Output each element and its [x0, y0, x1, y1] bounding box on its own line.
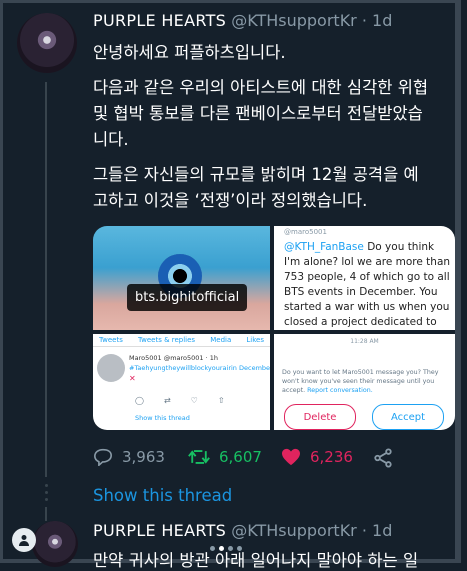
share-button[interactable]	[373, 448, 402, 468]
retweet-icon	[188, 450, 210, 464]
avatar[interactable]	[17, 13, 77, 73]
reply-count: 3,963	[122, 448, 165, 466]
media-grid: bts.bighitofficial @maro5001 @KTH_FanBas…	[93, 226, 455, 430]
image-tweet-actions: ◯⇄♡⇧	[135, 396, 245, 405]
separator-dot: ·	[361, 521, 367, 540]
heart-icon	[282, 448, 300, 466]
tweet-paragraph: 그들은 자신들의 규모를 밝히며 12월 공격을 예고하고 이것을 ‘전쟁’이라…	[93, 165, 419, 210]
page-dot[interactable]	[228, 546, 233, 551]
image-mention: @KTH_FanBase	[284, 241, 364, 253]
reply-button[interactable]: 3,963	[93, 448, 165, 466]
user-handle[interactable]: @KTHsupportKr	[231, 11, 357, 30]
page-dot[interactable]	[210, 546, 215, 551]
person-icon	[19, 535, 29, 546]
page-dot-active[interactable]	[219, 546, 224, 551]
like-count: 6,236	[310, 448, 353, 466]
image-message-text: @KTH_FanBase Do you think I'm alone? lol…	[284, 240, 452, 330]
image-tag-label: bts.bighitofficial	[127, 284, 248, 311]
profile-button[interactable]	[12, 528, 36, 552]
page-indicator	[208, 546, 244, 551]
like-button[interactable]: 6,236	[281, 448, 353, 466]
image-handle: @maro5001	[284, 228, 327, 236]
image-request-text: Do you want to let Maro5001 message you?…	[282, 368, 448, 395]
tweet-actions: 3,963 6,607 6,236	[93, 448, 403, 474]
timestamp[interactable]: 1d	[372, 521, 392, 540]
image-message-body: Do you think I'm alone? lol we are more …	[284, 241, 451, 328]
image-show-thread: Show this thread	[135, 414, 190, 422]
image-tab: Likes	[246, 336, 264, 344]
image-tab: Tweets & replies	[138, 336, 196, 344]
next-tweet-header: PURPLE HEARTS @KTHsupportKr · 1d	[93, 521, 392, 540]
image-username: Maro5001 @maro5001 · 1h	[129, 354, 219, 362]
image-time: 11:28 AM	[350, 338, 379, 345]
media-image-3[interactable]: Tweets Tweets & replies Media Likes Maro…	[93, 334, 270, 430]
image-avatar	[97, 354, 125, 382]
tweet-paragraph: 안녕하세요 퍼플하츠입니다.	[93, 43, 286, 62]
thread-connector-line	[45, 507, 47, 521]
media-image-4[interactable]: 11:28 AM Do you want to let Maro5001 mes…	[274, 334, 455, 430]
image-x-mark: ✕	[129, 374, 136, 383]
image-delete-button: Delete	[284, 404, 356, 430]
reply-icon	[93, 448, 113, 466]
user-handle[interactable]: @KTHsupportKr	[231, 521, 357, 540]
tweet-paragraph: 다음과 같은 우리의 아티스트에 대한 심각한 위협 및 협박 통보를 다른 팬…	[93, 78, 429, 149]
media-image-1[interactable]: bts.bighitofficial	[93, 226, 270, 330]
tweet-text: 안녕하세요 퍼플하츠입니다. 다음과 같은 우리의 아티스트에 대한 심각한 위…	[93, 40, 433, 223]
next-tweet-text: 만약 귀사의 방관 아래 일어나지 말아야 하는 일	[93, 551, 419, 570]
display-name[interactable]: PURPLE HEARTS	[93, 521, 226, 540]
display-name[interactable]: PURPLE HEARTS	[93, 11, 226, 30]
share-icon	[374, 448, 392, 468]
thread-gap-dots	[42, 480, 50, 505]
image-report-link: Report conversation.	[307, 387, 373, 394]
avatar[interactable]	[32, 521, 78, 567]
retweet-button[interactable]: 6,607	[188, 448, 262, 466]
image-accept-button: Accept	[372, 404, 444, 430]
thread-connector-line	[45, 82, 47, 477]
retweet-count: 6,607	[219, 448, 262, 466]
page-dot[interactable]	[237, 546, 242, 551]
media-image-2[interactable]: @maro5001 @KTH_FanBase Do you think I'm …	[274, 226, 455, 330]
image-tab: Media	[210, 336, 232, 344]
tweet-header: PURPLE HEARTS @KTHsupportKr · 1d	[93, 11, 392, 30]
separator-dot: ·	[361, 11, 367, 30]
show-thread-link[interactable]: Show this thread	[93, 486, 232, 505]
timestamp[interactable]: 1d	[372, 11, 392, 30]
image-profile-tabs: Tweets Tweets & replies Media Likes	[93, 334, 270, 347]
image-tab: Tweets	[99, 336, 123, 344]
image-hashtag: #Taehyungtheywillblockyourairin Decembe …	[129, 364, 270, 372]
